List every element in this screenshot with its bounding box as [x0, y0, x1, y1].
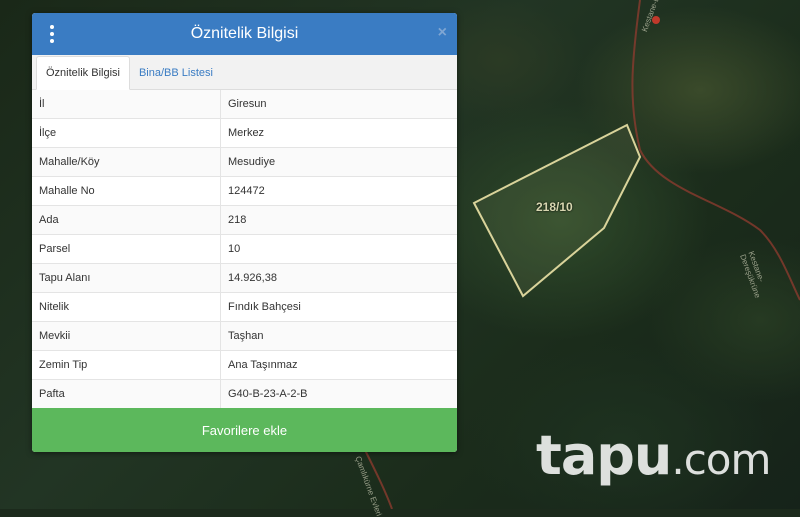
attribute-value: Ana Taşınmaz [220, 350, 457, 380]
tab-building-list[interactable]: Bina/BB Listesi [130, 57, 222, 89]
attribute-value: Fındık Bahçesi [220, 292, 457, 322]
attribute-table: İl Giresun İlçe Merkez Mahalle/Köy Mesudiye Ma… [32, 90, 457, 409]
attribute-key: Mevkii [32, 321, 221, 351]
table-row: Mevkii Taşhan [32, 321, 457, 351]
parcel-label: 218/10 [536, 200, 573, 214]
attribute-key: Mahalle/Köy [32, 147, 221, 177]
attribute-value: Giresun [220, 90, 457, 119]
road-line [631, 0, 800, 301]
attribute-key: Pafta [32, 379, 221, 409]
table-row: Pafta G40-B-23-A-2-B [32, 379, 457, 409]
attribute-value: Taşhan [220, 321, 457, 351]
attribute-value: 14.926,38 [220, 263, 457, 293]
table-row: Mahalle/Köy Mesudiye [32, 147, 457, 177]
attribute-value: G40-B-23-A-2-B [220, 379, 457, 409]
tapu-watermark-logo: tapu.com [536, 424, 771, 487]
vertical-ellipsis-icon[interactable] [46, 25, 58, 43]
attribute-key: İl [32, 90, 221, 119]
tab-attribute-info[interactable]: Öznitelik Bilgisi [36, 56, 130, 90]
panel-tabs: Öznitelik Bilgisi Bina/BB Listesi [32, 55, 457, 90]
close-icon[interactable]: × [438, 24, 447, 42]
attribute-value: 10 [220, 234, 457, 264]
attribute-value: Merkez [220, 118, 457, 148]
table-row: Ada 218 [32, 205, 457, 235]
table-row: Nitelik Fındık Bahçesi [32, 292, 457, 322]
panel-header: Öznitelik Bilgisi × [32, 13, 457, 55]
table-row: Zemin Tip Ana Taşınmaz [32, 350, 457, 380]
attribute-info-panel: Öznitelik Bilgisi × Öznitelik Bilgisi Bi… [32, 13, 457, 452]
attribute-value: 124472 [220, 176, 457, 206]
table-row: Parsel 10 [32, 234, 457, 264]
table-row: İlçe Merkez [32, 118, 457, 148]
panel-title: Öznitelik Bilgisi [190, 25, 299, 42]
attribute-key: Ada [32, 205, 221, 235]
table-row: İl Giresun [32, 90, 457, 119]
attribute-key: Tapu Alanı [32, 263, 221, 293]
table-row: Mahalle No 124472 [32, 176, 457, 206]
attribute-key: Zemin Tip [32, 350, 221, 380]
attribute-key: İlçe [32, 118, 221, 148]
attribute-key: Parsel [32, 234, 221, 264]
attribute-key: Mahalle No [32, 176, 221, 206]
add-to-favorites-button[interactable]: Favorilere ekle [32, 408, 457, 452]
attribute-value: Mesudiye [220, 147, 457, 177]
table-row: Tapu Alanı 14.926,38 [32, 263, 457, 293]
attribute-value: 218 [220, 205, 457, 235]
attribute-key: Nitelik [32, 292, 221, 322]
